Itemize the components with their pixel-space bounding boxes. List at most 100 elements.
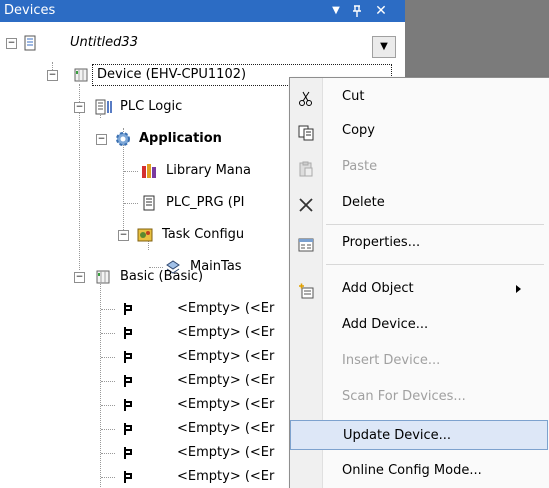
menu-item-label: Add Object (342, 281, 414, 296)
tree-item-project[interactable]: − Untitled33 (0, 32, 370, 54)
tree-item-label: Untitled33 (70, 35, 138, 50)
tree-line (101, 357, 115, 358)
properties-icon (298, 235, 314, 252)
menu-item-insert-device[interactable]: Insert Device... (290, 346, 548, 376)
tree-line (101, 405, 115, 406)
tree-item-empty-slot[interactable]: <Empty> (<Er (0, 298, 274, 320)
close-icon[interactable]: ✕ (372, 2, 390, 20)
tree-item-empty-slot[interactable]: <Empty> (<Er (0, 466, 274, 487)
menu-separator (326, 264, 544, 265)
tree-item-task-configuration[interactable]: − Task Configu (0, 224, 244, 246)
tree-item-label: Library Mana (166, 163, 251, 178)
menu-item-label: Update Device... (343, 428, 452, 443)
tree-item-label: <Empty> (<Er (177, 445, 275, 460)
menu-item-copy[interactable]: Copy (290, 116, 548, 146)
tree-item-empty-slot[interactable]: <Empty> (<Er (0, 394, 274, 416)
tree-item-library-manager[interactable]: Library Mana (0, 160, 251, 182)
delete-x-icon (298, 195, 314, 212)
library-icon (141, 163, 157, 179)
tree-item-label: Device (EHV-CPU1102) (97, 67, 247, 82)
menu-item-online-config-mode[interactable]: Online Config Mode... (290, 456, 548, 486)
tree-item-empty-slot[interactable]: <Empty> (<Er (0, 322, 274, 344)
scissors-icon (298, 89, 314, 106)
empty-slot-icon (120, 325, 136, 341)
tree-item-label: Task Configu (162, 227, 245, 242)
tree-line (124, 171, 138, 172)
tree-item-label: PLC_PRG (PI (166, 195, 245, 210)
menu-item-label: Delete (342, 195, 385, 210)
tree-item-label: <Empty> (<Er (177, 421, 275, 436)
collapse-icon[interactable]: − (74, 272, 85, 283)
tree-item-label: <Empty> (<Er (177, 397, 275, 412)
menu-item-scan-for-devices[interactable]: Scan For Devices... (290, 382, 548, 412)
menu-item-add-object[interactable]: Add Object (290, 274, 548, 304)
tree-line (101, 453, 115, 454)
devices-panel-titlebar: Devices ▼ ✕ (0, 0, 405, 22)
menu-item-label: Add Device... (342, 317, 429, 332)
plc-logic-icon (95, 99, 112, 115)
menu-item-label: Properties... (342, 235, 421, 250)
tree-line (101, 429, 115, 430)
empty-slot-icon (120, 301, 136, 317)
menu-item-label: Scan For Devices... (342, 389, 466, 404)
tree-item-plc-logic[interactable]: − PLC Logic (0, 96, 260, 118)
empty-slot-icon (120, 373, 136, 389)
panel-menu-dropdown-icon[interactable]: ▼ (327, 2, 345, 20)
collapse-icon[interactable]: − (74, 102, 85, 113)
task-config-icon (137, 227, 153, 243)
menu-item-properties[interactable]: Properties... (290, 228, 548, 258)
menu-item-add-device[interactable]: Add Device... (290, 310, 548, 340)
copy-icon (298, 123, 314, 141)
tree-item-plc-prg[interactable]: PLC_PRG (PI (0, 192, 244, 214)
context-menu: Cut Copy Paste Delete Properties... Add … (289, 77, 549, 488)
menu-item-label: Cut (342, 89, 365, 104)
tree-item-basic[interactable]: − Basic (Basic) (0, 266, 260, 288)
menu-item-paste[interactable]: Paste (290, 152, 548, 182)
empty-slot-icon (120, 469, 136, 485)
menu-item-label: Online Config Mode... (342, 463, 482, 478)
menu-item-delete[interactable]: Delete (290, 188, 548, 218)
menu-item-cut[interactable]: Cut (290, 82, 548, 112)
collapse-icon[interactable]: − (47, 70, 58, 81)
menu-item-label: Insert Device... (342, 353, 441, 368)
tree-line (101, 381, 115, 382)
tree-item-label: <Empty> (<Er (177, 325, 275, 340)
application-gear-icon (115, 131, 131, 147)
submenu-arrow-icon (516, 285, 521, 293)
project-icon (22, 35, 38, 51)
pin-icon[interactable] (348, 2, 366, 20)
tree-item-empty-slot[interactable]: <Empty> (<Er (0, 346, 274, 368)
menu-item-label: Paste (342, 159, 378, 174)
empty-slot-icon (120, 421, 136, 437)
collapse-icon[interactable]: − (96, 134, 107, 145)
menu-item-update-device[interactable]: Update Device... (290, 420, 548, 450)
menu-separator (326, 224, 544, 225)
tree-line (101, 333, 115, 334)
device-icon (73, 67, 89, 83)
tree-item-label: <Empty> (<Er (177, 469, 275, 484)
tree-item-label: <Empty> (<Er (177, 301, 275, 316)
empty-slot-icon (120, 397, 136, 413)
tree-item-label: PLC Logic (120, 99, 183, 114)
tree-line (101, 477, 115, 478)
device-icon (95, 269, 111, 285)
tree-item-empty-slot[interactable]: <Empty> (<Er (0, 442, 274, 464)
tree-item-label: Basic (Basic) (120, 269, 204, 284)
tree-item-label: <Empty> (<Er (177, 349, 275, 364)
tree-line (101, 309, 115, 310)
project-dropdown-button[interactable]: ▼ (372, 36, 396, 58)
tree-item-label: Application (139, 131, 222, 146)
empty-slot-icon (120, 349, 136, 365)
tree-item-empty-slot[interactable]: <Empty> (<Er (0, 418, 274, 440)
collapse-icon[interactable]: − (118, 230, 129, 241)
paste-icon (298, 159, 314, 177)
tree-item-application[interactable]: − Application (0, 128, 260, 150)
collapse-icon[interactable]: − (6, 38, 17, 49)
menu-item-label: Copy (342, 123, 375, 138)
empty-slot-icon (120, 445, 136, 461)
tree-line (124, 203, 138, 204)
add-object-icon (298, 281, 314, 299)
tree-item-label: <Empty> (<Er (177, 373, 275, 388)
tree-item-empty-slot[interactable]: <Empty> (<Er (0, 370, 274, 392)
program-icon (141, 195, 157, 211)
